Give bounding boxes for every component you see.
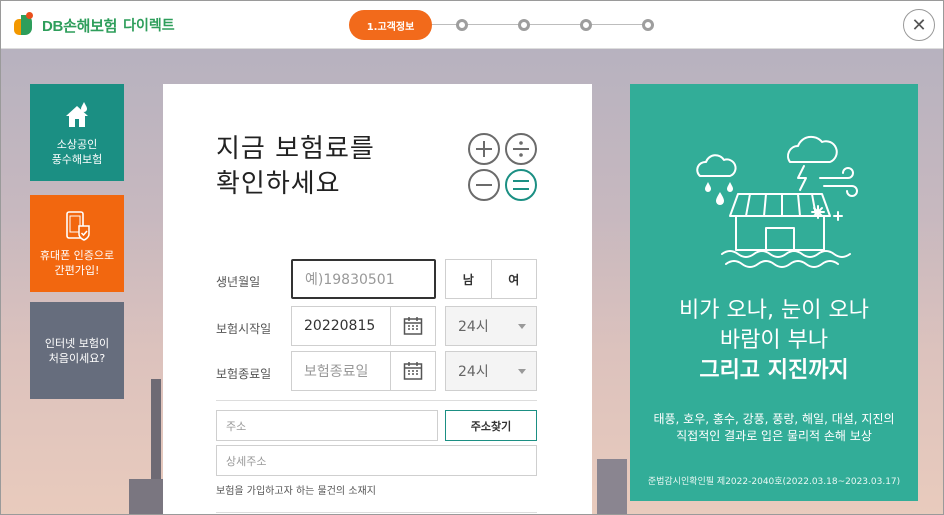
promo-legal-notice: 준법감시인확인필 제2022-2040호(2022.03.18~2023.03.… [647,477,901,487]
start-calendar-button[interactable] [391,306,436,346]
step-dot-4 [580,19,592,31]
header-bar: DB손해보험 다이렉트 1.고객정보 ✕ [1,1,943,49]
side-button-first-time-guide[interactable]: 인터넷 보험이 처음이세요? [30,302,124,399]
address-placeholder: 주소 [226,419,247,433]
side-label: 휴대폰 인증으로 [39,248,115,262]
side-button-phone-auth[interactable]: 휴대폰 인증으로 간편가입! [30,195,124,292]
side-label: 간편가입! [54,263,100,277]
promo-line-2: 바람이 부나 [719,328,829,353]
end-date-label: 보험종료일 [216,367,272,381]
birth-input[interactable]: 예)19830501 [291,259,436,299]
chevron-down-icon [518,369,526,374]
chevron-down-icon [518,324,526,329]
title-line-1: 지금 보험료를 [216,134,375,164]
start-time-value: 24시 [458,319,489,335]
step-dot-3 [518,19,530,31]
end-date-placeholder: 보험종료일 [304,364,369,380]
divider [216,512,537,513]
start-time-select[interactable]: 24시 [445,306,537,346]
promo-desc-line-1: 태풍, 호우, 홍수, 강풍, 풍랑, 해일, 대설, 지진의 [653,412,895,426]
brand-name: DB손해보험 [42,17,118,35]
promo-line-3: 그리고 지진까지 [699,358,849,383]
close-icon: ✕ [911,14,927,36]
birth-placeholder: 예)19830501 [305,272,395,288]
gender-male-button[interactable]: 남 [446,260,491,298]
divider [216,400,537,401]
promo-description: 태풍, 호우, 홍수, 강풍, 풍랑, 해일, 대설, 지진의 직접적인 결과로… [630,411,918,445]
side-label: 인터넷 보험이 [44,336,110,350]
promo-headline: 비가 오나, 눈이 오나 바람이 부나 [630,296,918,356]
start-date-value: 20220815 [304,318,376,334]
end-date-input[interactable]: 보험종료일 [291,351,391,391]
brand-logo[interactable]: DB손해보험 다이렉트 [12,11,175,39]
promo-line-1: 비가 오나, 눈이 오나 [679,298,869,323]
birth-label: 생년월일 [216,275,261,289]
gender-toggle: 남 여 [445,259,537,299]
step-active-customer-info: 1.고객정보 [349,10,432,40]
side-label: 처음이세요? [48,351,106,365]
address-search-button[interactable]: 주소찾기 [445,410,537,441]
promo-desc-line-2: 직접적인 결과로 입은 물리적 손해 보상 [676,429,872,443]
side-label: 소상공인 [56,137,98,151]
house-water-icon [61,99,93,131]
calculator-icon [467,132,539,204]
step-dot-2 [456,19,468,31]
address-detail-placeholder: 상세주소 [226,454,267,468]
title-line-2: 확인하세요 [216,169,341,199]
brand-sub: 다이렉트 [123,17,175,33]
end-time-value: 24시 [458,364,489,380]
db-logo-icon [12,12,38,38]
page-title: 지금 보험료를 확인하세요 [216,132,375,202]
storm-shop-illustration-icon [692,132,862,282]
start-date-label: 보험시작일 [216,322,272,336]
quote-form-card: 지금 보험료를 확인하세요 생년월일 예)19830501 남 여 보험시작일 … [163,84,592,514]
side-label: 풍수해보험 [51,152,103,166]
start-date-input[interactable]: 20220815 [291,306,391,346]
address-detail-input[interactable]: 상세주소 [216,445,537,476]
side-button-flood-insurance[interactable]: 소상공인 풍수해보험 [30,84,124,181]
end-calendar-button[interactable] [391,351,436,391]
phone-check-icon [61,210,93,242]
gender-female-button[interactable]: 여 [490,260,537,298]
close-button[interactable]: ✕ [903,9,935,41]
promo-banner: 비가 오나, 눈이 오나 바람이 부나 그리고 지진까지 태풍, 호우, 홍수,… [630,84,918,501]
app-window: DB손해보험 다이렉트 1.고객정보 ✕ 소상공인 풍수해보험 휴대폰 인증으로… [0,0,944,515]
background-building [597,459,627,514]
end-time-select[interactable]: 24시 [445,351,537,391]
address-hint: 보험을 가입하고자 하는 물건의 소재지 [216,486,376,497]
step-progress: 1.고객정보 [349,10,669,40]
calendar-icon [403,317,423,335]
address-input[interactable]: 주소 [216,410,438,441]
calendar-icon [403,362,423,380]
step-dot-5 [642,19,654,31]
